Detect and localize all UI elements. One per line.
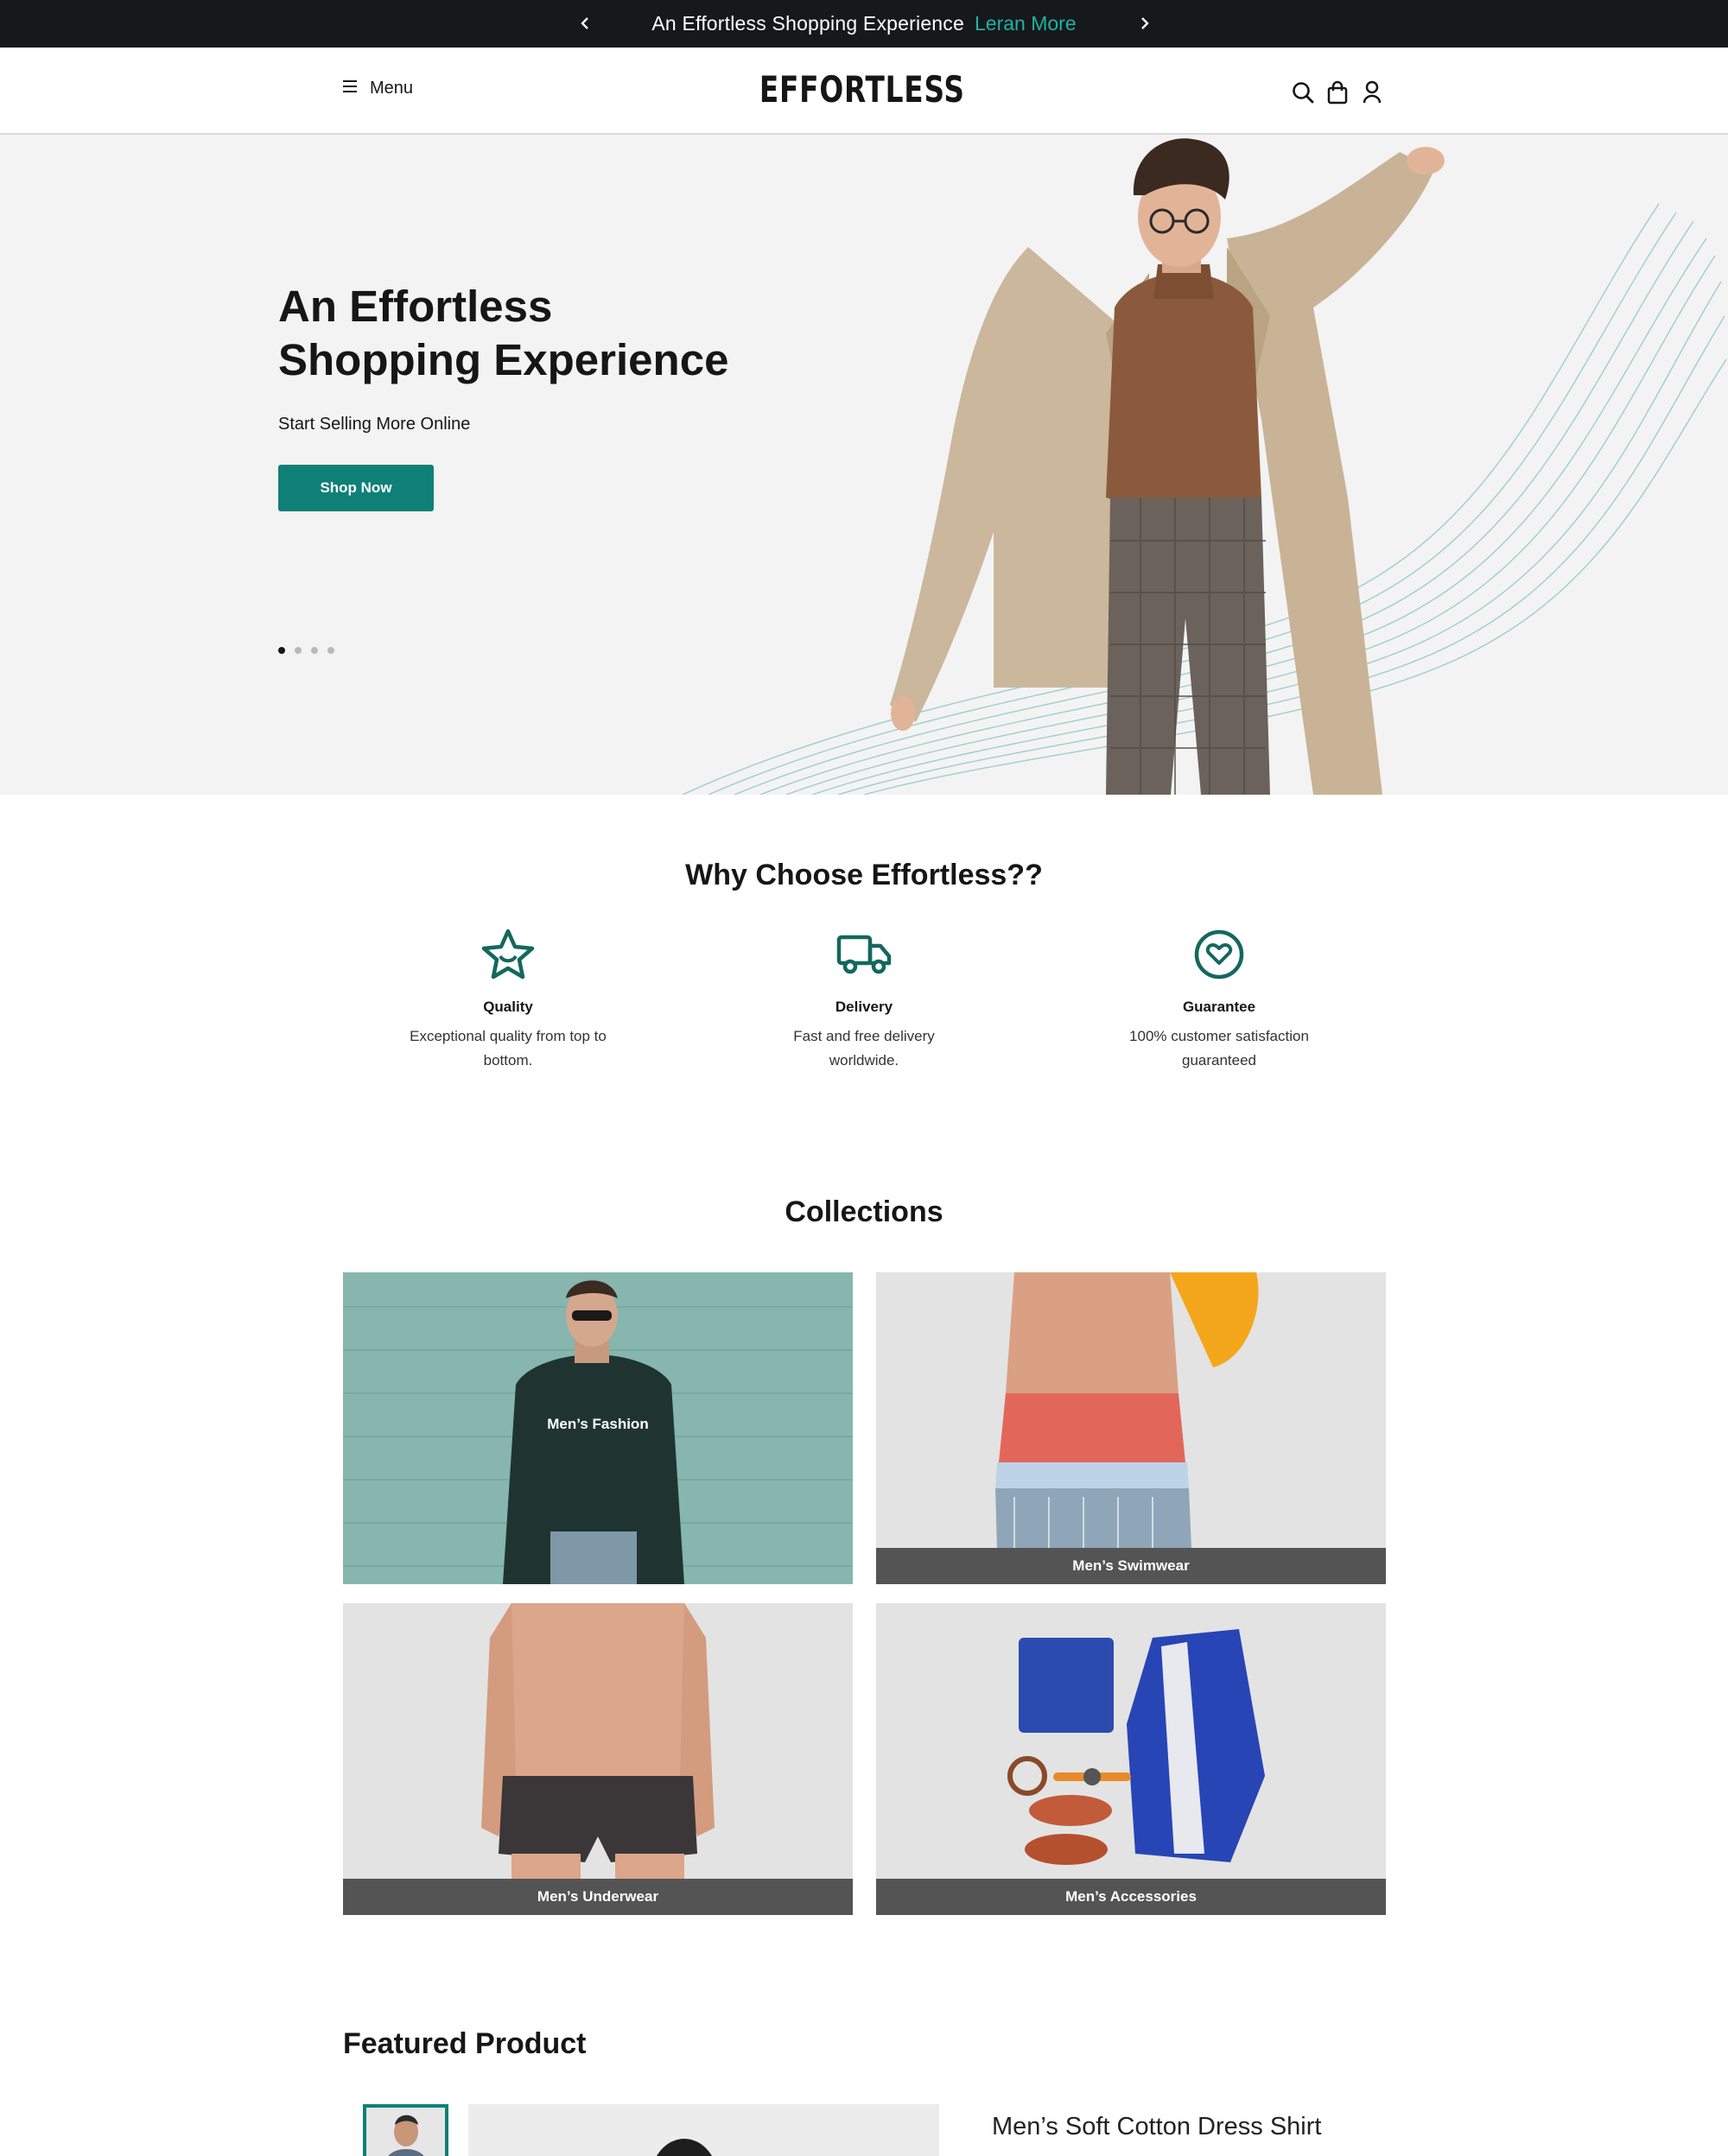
feature-title: Quality bbox=[483, 999, 533, 1015]
collection-label: Men’s Swimwear bbox=[876, 1548, 1386, 1584]
collection-label: Men’s Accessories bbox=[876, 1879, 1386, 1915]
search-icon[interactable] bbox=[1291, 79, 1315, 106]
featured-section-title: Featured Product bbox=[343, 2027, 587, 2060]
slider-dot[interactable] bbox=[311, 647, 318, 654]
star-icon bbox=[378, 926, 638, 983]
feature-delivery: Delivery Fast and free delivery worldwide… bbox=[734, 926, 994, 1073]
heart-badge-icon bbox=[1090, 926, 1349, 983]
mens-underwear-image bbox=[481, 1603, 715, 1915]
mens-swimwear-image bbox=[995, 1272, 1259, 1584]
feature-description: Exceptional quality from top to bottom. bbox=[410, 1028, 607, 1068]
slider-dot[interactable] bbox=[278, 647, 285, 654]
feature-description: 100% customer satisfaction guaranteed bbox=[1129, 1028, 1309, 1068]
feature-title: Guarantee bbox=[1182, 999, 1256, 1015]
product-thumbnail-image bbox=[366, 2108, 445, 2156]
chevron-right-icon[interactable] bbox=[1134, 12, 1156, 35]
collections-title: Collections bbox=[785, 1195, 943, 1228]
feature-quality: Quality Exceptional quality from top to b… bbox=[378, 926, 638, 1073]
feature-description: Fast and free delivery worldwide. bbox=[793, 1028, 935, 1068]
hero-subtitle: Start Selling More Online bbox=[278, 415, 471, 434]
feature-guarantee: Guarantee 100% customer satisfaction guar… bbox=[1090, 926, 1349, 1073]
why-section-title: Why Choose Effortless?? bbox=[685, 859, 1043, 891]
shop-now-button[interactable]: Shop Now bbox=[278, 465, 434, 511]
announcement-bar: An Effortless Shopping Experience Leran … bbox=[0, 0, 1728, 48]
announcement-text: An Effortless Shopping Experience bbox=[651, 12, 964, 35]
collection-mens-accessories[interactable]: Men’s Accessories bbox=[876, 1603, 1386, 1915]
hero-model-image bbox=[890, 138, 1445, 795]
chevron-left-icon[interactable] bbox=[574, 12, 596, 35]
product-main-image bbox=[468, 2104, 939, 2156]
collection-mens-underwear[interactable]: Men’s Underwear bbox=[343, 1603, 853, 1915]
hero-banner: An Effortless Shopping Experience Start … bbox=[0, 135, 1728, 795]
collection-mens-fashion[interactable]: Men’s Fashion bbox=[343, 1272, 853, 1584]
hero-title-line1: An Effortless bbox=[278, 282, 553, 331]
bag-icon[interactable] bbox=[1325, 79, 1350, 106]
user-icon[interactable] bbox=[1360, 79, 1384, 106]
feature-title: Delivery bbox=[835, 999, 893, 1015]
mens-accessories-image bbox=[1007, 1629, 1265, 1865]
hero-title-line2: Shopping Experience bbox=[278, 335, 729, 384]
slider-dots bbox=[278, 647, 334, 654]
collection-label: Men’s Underwear bbox=[343, 1879, 853, 1915]
collection-label: Men’s Fashion bbox=[547, 1416, 649, 1432]
collection-mens-swimwear[interactable]: Men’s Swimwear bbox=[876, 1272, 1386, 1584]
hero-title: An Effortless Shopping Experience bbox=[278, 280, 883, 387]
header-actions bbox=[1291, 79, 1384, 106]
slider-dot[interactable] bbox=[295, 647, 302, 654]
product-thumbnail[interactable] bbox=[363, 2104, 448, 2156]
truck-icon bbox=[734, 926, 994, 983]
slider-dot[interactable] bbox=[327, 647, 334, 654]
site-header: Menu EFFORTLESS bbox=[0, 48, 1728, 135]
announcement-link[interactable]: Leran More bbox=[975, 12, 1077, 35]
product-name: Men’s Soft Cotton Dress Shirt bbox=[992, 2113, 1322, 2140]
